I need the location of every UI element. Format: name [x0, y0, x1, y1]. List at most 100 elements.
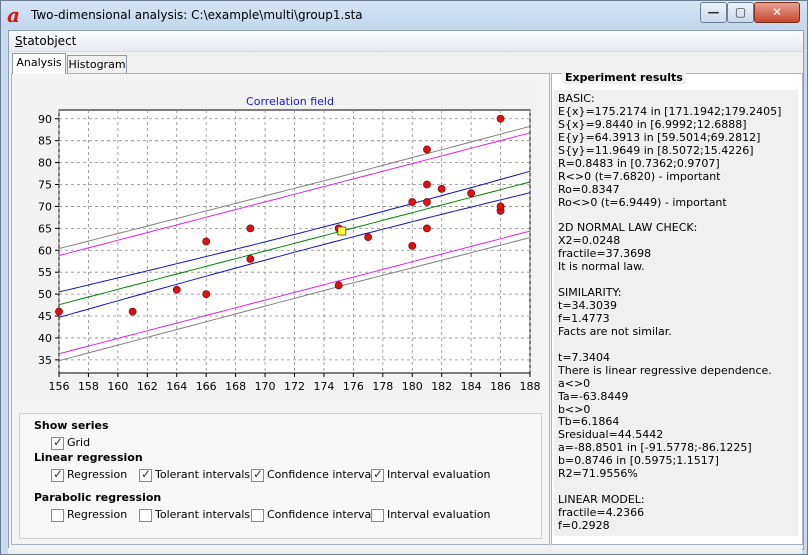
mean-point: [337, 226, 347, 236]
parabolic-interval-checkbox-label: Interval evaluation: [387, 508, 491, 521]
check-icon: ✓: [373, 467, 384, 481]
parabolic-regression-title: Parabolic regression: [34, 491, 162, 504]
y-tick-label: 35: [38, 354, 52, 367]
check-icon: ✓: [53, 467, 64, 481]
parabolic-confidence-checkbox-label: Confidence intervals: [267, 508, 381, 521]
parabolic-tolerant-checkbox-label: Tolerant intervals: [155, 508, 251, 521]
data-point: [246, 224, 255, 233]
results-line: Ro<>0 (t=6.9449) - important: [558, 195, 727, 209]
y-tick-label: 90: [38, 113, 52, 126]
x-tick-label: 158: [78, 380, 99, 393]
data-point: [408, 198, 417, 206]
results-line: f=0.2928: [558, 518, 610, 532]
parabolic-interval-checkbox-box[interactable]: [371, 509, 384, 522]
check-icon: ✓: [53, 435, 64, 449]
linear-tolerant-checkbox-label: Tolerant intervals: [155, 468, 251, 481]
x-tick-label: 178: [372, 380, 393, 393]
y-tick-label: 60: [38, 244, 52, 257]
y-tick-label: 70: [38, 200, 52, 213]
analysis-panel: Correlation field 156 158 160 162 164 166 168 1…: [11, 73, 550, 545]
data-point: [246, 255, 255, 263]
results-line: Ro=0.8347: [558, 182, 620, 196]
x-tick-label: 174: [313, 380, 334, 393]
data-point: [437, 185, 446, 193]
grid-checkbox-label: Grid: [67, 436, 91, 449]
results-line: a<>0: [558, 376, 591, 390]
data-point: [408, 241, 417, 250]
y-tick-label: 80: [38, 157, 52, 170]
results-line: fractile=4.2366: [558, 506, 645, 519]
maximize-button[interactable]: ▢: [727, 2, 754, 23]
parabolic-tolerant-checkbox-box[interactable]: [139, 509, 152, 522]
data-point: [496, 114, 505, 123]
y-tick-label: 50: [38, 288, 52, 301]
linear-confidence-checkbox-box[interactable]: ✓: [251, 467, 264, 482]
x-tick-label: 164: [166, 380, 187, 393]
x-tick-label: 188: [520, 380, 541, 393]
linear-tolerant-checkbox-box[interactable]: ✓: [139, 467, 152, 482]
status-bar: [8, 548, 802, 554]
linear-interval-checkbox-label: Interval evaluation: [387, 468, 491, 481]
data-point: [423, 180, 431, 189]
tab-histogram[interactable]: Histogram: [67, 55, 127, 73]
results-line: Ta=-63.8449: [558, 389, 629, 403]
client-area: Statobject Analysis Histogram Correlatio…: [8, 30, 804, 550]
close-button[interactable]: ✕: [754, 2, 800, 23]
minimize-button[interactable]: —: [700, 2, 727, 23]
x-tick-label: 176: [343, 380, 364, 393]
show-series-group: Show series ✓ Grid Linear regression ✓ R…: [19, 413, 542, 539]
y-tick-label: 75: [38, 179, 52, 192]
results-line: t=34.3039: [558, 299, 618, 312]
menu-statobject[interactable]: Statobject: [15, 34, 76, 48]
menu-bar: Statobject: [9, 31, 803, 52]
results-line: Facts are not similar.: [558, 324, 672, 338]
results-line: [558, 339, 798, 352]
results-line: S{x}=9.8440 in [6.9992;12.6888]: [558, 117, 747, 131]
linear-regression-title: Linear regression: [34, 451, 143, 464]
y-tick-label: 65: [38, 222, 52, 235]
results-line: There is linear regressive dependence.: [558, 363, 772, 377]
window-title: Two-dimensional analysis: C:\example\mul…: [31, 8, 363, 22]
results-line: BASIC:: [558, 92, 595, 105]
chart-area: Correlation field 156 158 160 162 164 166 168 1…: [15, 77, 541, 402]
x-tick-label: 166: [196, 380, 217, 393]
correlation-chart: 156 158 160 162 164 166 168 170 172 174 176 178 180 1…: [38, 109, 541, 393]
main-window: a Two-dimensional analysis: C:\example\m…: [0, 0, 808, 555]
data-point: [423, 198, 431, 206]
x-tick-label: 186: [490, 380, 511, 393]
check-icon: ✓: [141, 467, 152, 481]
x-tick-label: 180: [402, 380, 423, 393]
close-icon: ✕: [771, 5, 783, 19]
linear-interval-checkbox-box[interactable]: ✓: [371, 467, 384, 482]
results-line: It is normal law.: [558, 260, 645, 274]
data-point: [496, 202, 505, 211]
data-point: [55, 307, 63, 316]
results-title: Experiment results: [562, 71, 686, 84]
parabolic-confidence-checkbox-box[interactable]: [251, 509, 264, 522]
data-point: [334, 281, 343, 290]
linear-regression-checkbox-label: Regression: [67, 468, 128, 481]
y-tick-label: 55: [38, 266, 52, 279]
x-tick-label: 184: [461, 380, 482, 393]
x-tick-label: 172: [284, 380, 305, 393]
check-icon: ✓: [253, 467, 264, 481]
title-bar[interactable]: a Two-dimensional analysis: C:\example\m…: [1, 1, 807, 29]
data-point: [202, 290, 211, 298]
data-point: [423, 145, 431, 154]
data-point: [172, 285, 181, 294]
data-point: [364, 233, 372, 242]
linear-regression-checkbox-box[interactable]: ✓: [51, 467, 64, 482]
results-text-area[interactable]: BASIC: E{x}=175.2174 in [171.1942;179.240…: [554, 90, 798, 536]
tab-analysis[interactable]: Analysis: [12, 53, 66, 74]
results-line: f=1.4773: [558, 311, 610, 325]
x-tick-label: 170: [255, 380, 276, 393]
grid-checkbox-box[interactable]: ✓: [51, 435, 64, 450]
data-point: [202, 237, 211, 246]
parabolic-regression-checkbox-box[interactable]: [51, 509, 64, 522]
x-tick-label: 182: [431, 380, 452, 393]
results-line: R=0.8483 in [0.7362;0.9707]: [558, 156, 720, 170]
results-line: E{y}=64.3913 in [59.5014;69.2812]: [558, 130, 761, 144]
menu-statobject-rest: tatobject: [22, 34, 77, 48]
x-tick-label: 160: [107, 380, 128, 393]
y-tick-label: 85: [38, 135, 52, 148]
